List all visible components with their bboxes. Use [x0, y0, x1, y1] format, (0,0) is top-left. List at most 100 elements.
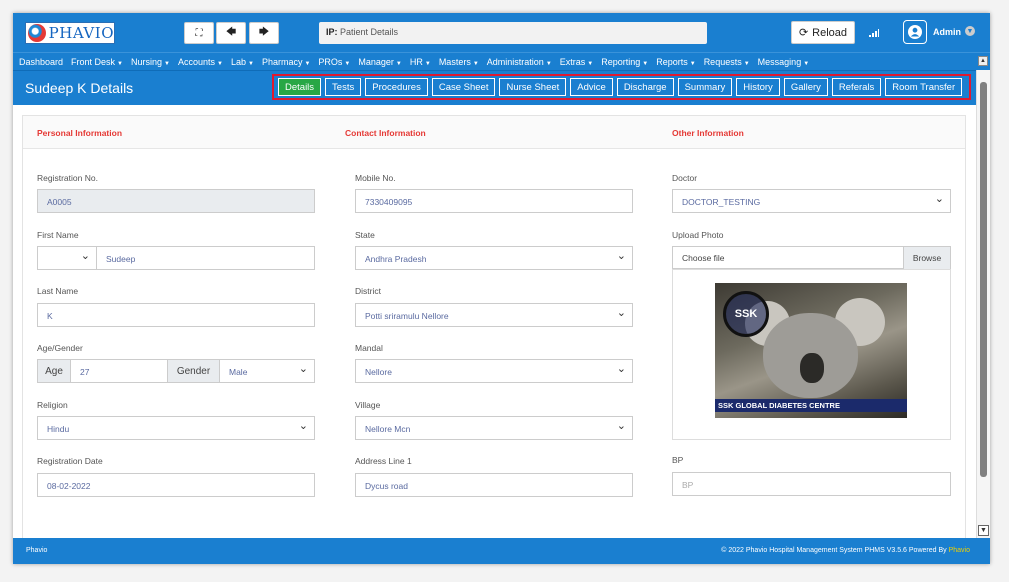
- gender-addon: Gender: [167, 359, 220, 383]
- district-select[interactable]: Potti sriramulu Nellore: [355, 303, 633, 327]
- tab-tests[interactable]: Tests: [325, 78, 362, 96]
- section-headers: Personal Information Contact Information…: [23, 116, 965, 149]
- last-name-field[interactable]: K: [37, 303, 315, 327]
- nav-item-pharmacy[interactable]: Pharmacy ▼: [262, 57, 310, 67]
- section-title-other: Other Information: [672, 128, 744, 138]
- mobile-field[interactable]: 7330409095: [355, 189, 633, 213]
- nav-item-dashboard[interactable]: Dashboard: [19, 57, 63, 67]
- nav-item-reporting[interactable]: Reporting ▼: [601, 57, 648, 67]
- tab-room-transfer[interactable]: Room Transfer: [885, 78, 963, 96]
- nav-item-requests[interactable]: Requests ▼: [704, 57, 750, 67]
- signal-icon: [869, 29, 879, 37]
- nav-item-pros[interactable]: PROs ▼: [318, 57, 350, 67]
- tab-referals[interactable]: Referals: [831, 78, 882, 96]
- religion-label: Religion: [37, 400, 68, 410]
- reg-date-label: Registration Date: [37, 456, 103, 466]
- main-content: Personal Information Contact Information…: [13, 105, 990, 538]
- registration-date-field[interactable]: 08-02-2022: [37, 473, 315, 497]
- page-title: Sudeep K Details: [25, 80, 134, 96]
- state-label: State: [355, 230, 375, 240]
- first-name-label: First Name: [37, 230, 79, 240]
- chevron-down-icon[interactable]: ▼: [965, 26, 975, 36]
- user-avatar[interactable]: [903, 20, 927, 44]
- address-line-1-field[interactable]: Dycus road: [355, 473, 633, 497]
- footer-link[interactable]: Phavio: [949, 547, 970, 554]
- photo-file-input[interactable]: Choose file Browse: [672, 246, 951, 269]
- tab-nurse-sheet[interactable]: Nurse Sheet: [499, 78, 567, 96]
- doctor-label: Doctor: [672, 173, 698, 183]
- main-nav: Dashboard Front Desk ▼ Nursing ▼ Accounts ▼…: [13, 52, 990, 70]
- name-title-select[interactable]: [37, 246, 97, 270]
- scroll-up-icon[interactable]: ▲: [978, 56, 988, 66]
- age-field[interactable]: 27: [70, 359, 168, 383]
- tab-gallery[interactable]: Gallery: [783, 78, 828, 96]
- vertical-scrollbar[interactable]: ▼: [976, 70, 990, 548]
- registration-no-field[interactable]: A0005: [37, 189, 315, 213]
- reg-no-label: Registration No.: [37, 173, 98, 183]
- age-addon: Age: [37, 359, 71, 383]
- tab-details[interactable]: Details: [278, 78, 322, 96]
- nav-item-manager[interactable]: Manager ▼: [358, 57, 401, 67]
- first-name-field[interactable]: Sudeep: [96, 246, 315, 270]
- reload-label: Reload: [812, 26, 848, 39]
- nav-item-masters[interactable]: Masters ▼: [439, 57, 479, 67]
- tab-procedures[interactable]: Procedures: [365, 78, 428, 96]
- bp-field[interactable]: BP: [672, 472, 951, 496]
- upload-photo-label: Upload Photo: [672, 230, 724, 240]
- arrow-left-icon: 🡄: [225, 26, 237, 38]
- expand-icon: ⛶: [195, 27, 203, 39]
- mandal-label: Mandal: [355, 343, 383, 353]
- photo-caption: SSK GLOBAL DIABETES CENTRE: [715, 399, 907, 412]
- scrollbar-thumb[interactable]: [980, 82, 987, 477]
- nav-item-hr[interactable]: HR ▼: [410, 57, 431, 67]
- user-icon: [908, 25, 922, 39]
- bp-label: BP: [672, 455, 684, 465]
- section-title-personal: Personal Information: [37, 128, 123, 138]
- state-select[interactable]: Andhra Pradesh: [355, 246, 633, 270]
- village-label: Village: [355, 400, 381, 410]
- nav-item-accounts[interactable]: Accounts ▼: [178, 57, 223, 67]
- page-header: Sudeep K Details Details Tests Procedure…: [13, 70, 990, 105]
- village-select[interactable]: Nellore Mcn: [355, 416, 633, 440]
- footer-brand: Phavio: [26, 547, 48, 554]
- patient-context-field[interactable]: IP: Patient Details: [319, 22, 707, 44]
- fullscreen-button[interactable]: ⛶: [184, 22, 214, 44]
- ip-label: IP:: [326, 27, 338, 37]
- mandal-select[interactable]: Nellore: [355, 359, 633, 383]
- footer: Phavio © 2022 Phavio Hospital Management…: [13, 538, 990, 564]
- tab-history[interactable]: History: [736, 78, 780, 96]
- nav-item-extras[interactable]: Extras ▼: [560, 57, 593, 67]
- top-bar: PHAVIO ⛶ 🡄 🡆 IP: Patient Details ⟳ Reloa…: [13, 13, 990, 52]
- footer-copyright: © 2022 Phavio Hospital Management System…: [721, 547, 970, 554]
- ssk-logo: SSK: [723, 291, 769, 337]
- tab-case-sheet[interactable]: Case Sheet: [431, 78, 496, 96]
- photo-preview-box: SSK SSK GLOBAL DIABETES CENTRE: [672, 269, 951, 440]
- nav-item-lab[interactable]: Lab ▼: [231, 57, 254, 67]
- nav-item-administration[interactable]: Administration ▼: [487, 57, 552, 67]
- mobile-label: Mobile No.: [355, 173, 396, 183]
- user-name[interactable]: Admin: [933, 27, 961, 37]
- religion-select[interactable]: Hindu: [37, 416, 315, 440]
- gender-select[interactable]: Male: [219, 359, 315, 383]
- scroll-down-icon[interactable]: ▼: [978, 525, 989, 536]
- nav-item-reports[interactable]: Reports ▼: [656, 57, 695, 67]
- age-gender-label: Age/Gender: [37, 343, 83, 353]
- app-logo[interactable]: PHAVIO: [25, 22, 115, 44]
- forward-button[interactable]: 🡆: [249, 22, 279, 44]
- arrow-right-icon: 🡆: [258, 26, 270, 38]
- file-placeholder: Choose file: [682, 253, 725, 263]
- nav-item-messaging[interactable]: Messaging ▼: [758, 57, 809, 67]
- nav-item-nursing[interactable]: Nursing ▼: [131, 57, 170, 67]
- nav-item-front-desk[interactable]: Front Desk ▼: [71, 57, 123, 67]
- browse-button[interactable]: Browse: [903, 247, 950, 269]
- back-button[interactable]: 🡄: [216, 22, 246, 44]
- refresh-icon: ⟳: [798, 27, 809, 39]
- address-label: Address Line 1: [355, 456, 412, 466]
- tab-advice[interactable]: Advice: [570, 78, 613, 96]
- doctor-select[interactable]: DOCTOR_TESTING: [672, 189, 951, 213]
- tab-summary[interactable]: Summary: [677, 78, 733, 96]
- tab-discharge[interactable]: Discharge: [616, 78, 674, 96]
- tab-bar: Details Tests Procedures Case Sheet Nurs…: [272, 74, 971, 100]
- ip-value: Patient Details: [340, 27, 399, 37]
- reload-button[interactable]: ⟳ Reload: [791, 21, 855, 44]
